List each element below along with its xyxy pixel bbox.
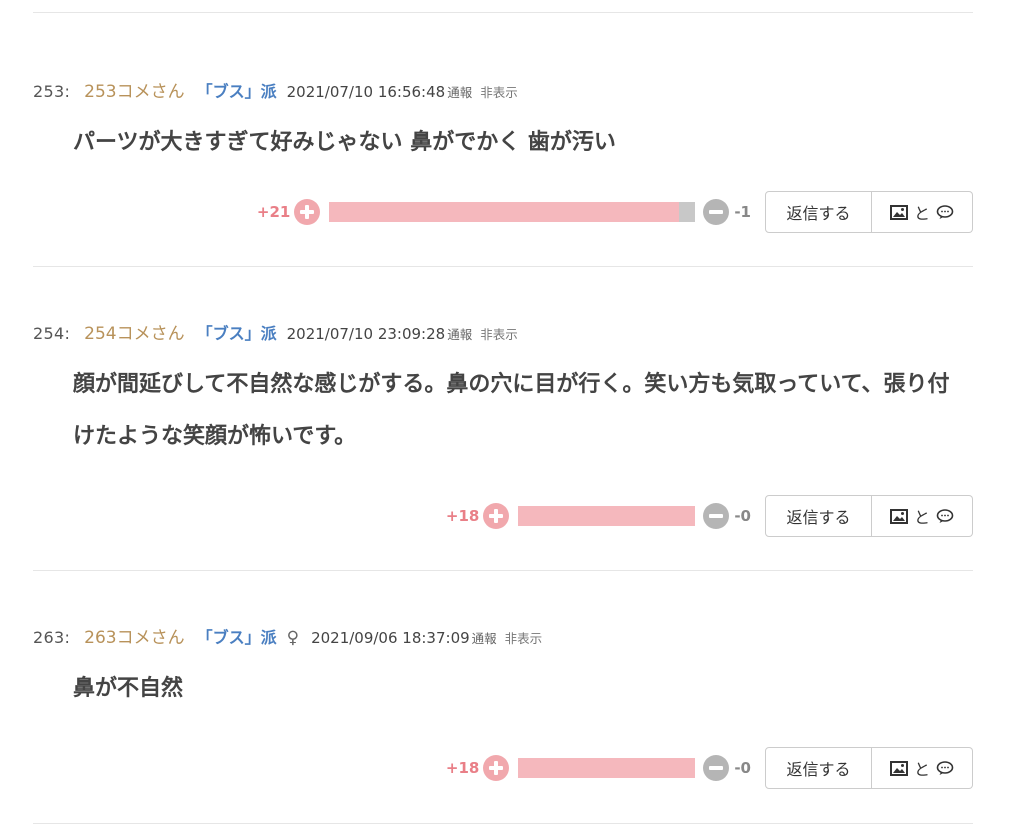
speech-bubble-icon xyxy=(936,508,954,523)
vote-bar-fill xyxy=(518,758,696,778)
author-link[interactable]: 253コメさん xyxy=(84,77,184,102)
plus-count: +18 xyxy=(445,507,480,525)
reply-button[interactable]: 返信する xyxy=(765,747,872,789)
image-comment-button[interactable]: と xyxy=(872,191,973,233)
faction-label: 「ブス」派 xyxy=(196,82,277,101)
minus-count: -0 xyxy=(734,759,751,777)
speech-bubble-icon xyxy=(936,760,954,775)
plus-circle-icon[interactable] xyxy=(483,755,510,781)
hide-link[interactable]: 非表示 xyxy=(480,324,518,343)
comment-body: 鼻が不自然 xyxy=(73,676,184,701)
faction-label: 「ブス」派 xyxy=(196,324,277,343)
plus-count: +18 xyxy=(445,759,480,777)
speech-bubble-icon xyxy=(936,204,954,219)
divider xyxy=(33,823,973,824)
comment-254: 254: 254コメさん 「ブス」派 2021/07/10 23:09:28 通… xyxy=(33,267,973,570)
hide-link[interactable]: 非表示 xyxy=(480,82,518,101)
reply-button[interactable]: 返信する xyxy=(765,495,872,537)
media-label: と xyxy=(913,508,930,527)
report-link[interactable]: 通報 xyxy=(472,628,497,647)
report-link[interactable]: 通報 xyxy=(447,324,472,343)
faction-label: 「ブス」派 xyxy=(196,628,277,647)
media-label: と xyxy=(913,204,930,223)
author-link[interactable]: 263コメさん xyxy=(84,623,184,648)
media-label: と xyxy=(913,760,930,779)
comment-number: 254: xyxy=(33,324,71,343)
reply-button[interactable]: 返信する xyxy=(765,191,872,233)
vote-bar-fill xyxy=(518,506,696,526)
comment-263: 263: 263コメさん 「ブス」派 ♀ 2021/09/06 18:37:09… xyxy=(33,571,973,823)
female-icon: ♀ xyxy=(286,628,300,648)
image-comment-button[interactable]: と xyxy=(872,747,973,789)
timestamp: 2021/09/06 18:37:09 xyxy=(311,629,470,647)
comment-body: パーツが大きすぎて好みじゃない 鼻がでかく 歯が汚い xyxy=(73,130,616,155)
timestamp: 2021/07/10 16:56:48 xyxy=(286,83,446,101)
vote-bar xyxy=(329,202,696,222)
plus-circle-icon[interactable] xyxy=(483,503,510,529)
plus-circle-icon[interactable] xyxy=(294,199,321,225)
minus-circle-icon[interactable] xyxy=(703,503,730,529)
image-comment-button[interactable]: と xyxy=(872,495,973,537)
image-icon xyxy=(889,760,908,776)
minus-count: -0 xyxy=(734,507,751,525)
author-link[interactable]: 254コメさん xyxy=(84,319,184,344)
minus-circle-icon[interactable] xyxy=(703,199,730,225)
vote-bar xyxy=(518,758,696,778)
report-link[interactable]: 通報 xyxy=(447,82,472,101)
timestamp: 2021/07/10 23:09:28 xyxy=(286,325,446,343)
plus-count: +21 xyxy=(256,203,291,221)
minus-count: -1 xyxy=(734,203,751,221)
hide-link[interactable]: 非表示 xyxy=(505,628,543,647)
vote-row: +21 -1 返信する と xyxy=(257,190,973,234)
comment-body: 顔が間延びして不自然な感じがする。鼻の穴に目が行く。笑い方も気取っていて、張り付… xyxy=(73,372,950,449)
image-icon xyxy=(889,204,908,220)
vote-row: +18 -0 返信する と xyxy=(446,746,973,790)
vote-row: +18 -0 返信する と xyxy=(446,494,973,538)
comment-number: 253: xyxy=(33,82,71,101)
vote-bar xyxy=(518,506,696,526)
vote-bar-fill xyxy=(329,202,679,222)
image-icon xyxy=(889,508,908,524)
comment-number: 263: xyxy=(33,628,71,647)
comment-253: 253: 253コメさん 「ブス」派 2021/07/10 16:56:48 通… xyxy=(33,13,973,266)
minus-circle-icon[interactable] xyxy=(703,755,730,781)
